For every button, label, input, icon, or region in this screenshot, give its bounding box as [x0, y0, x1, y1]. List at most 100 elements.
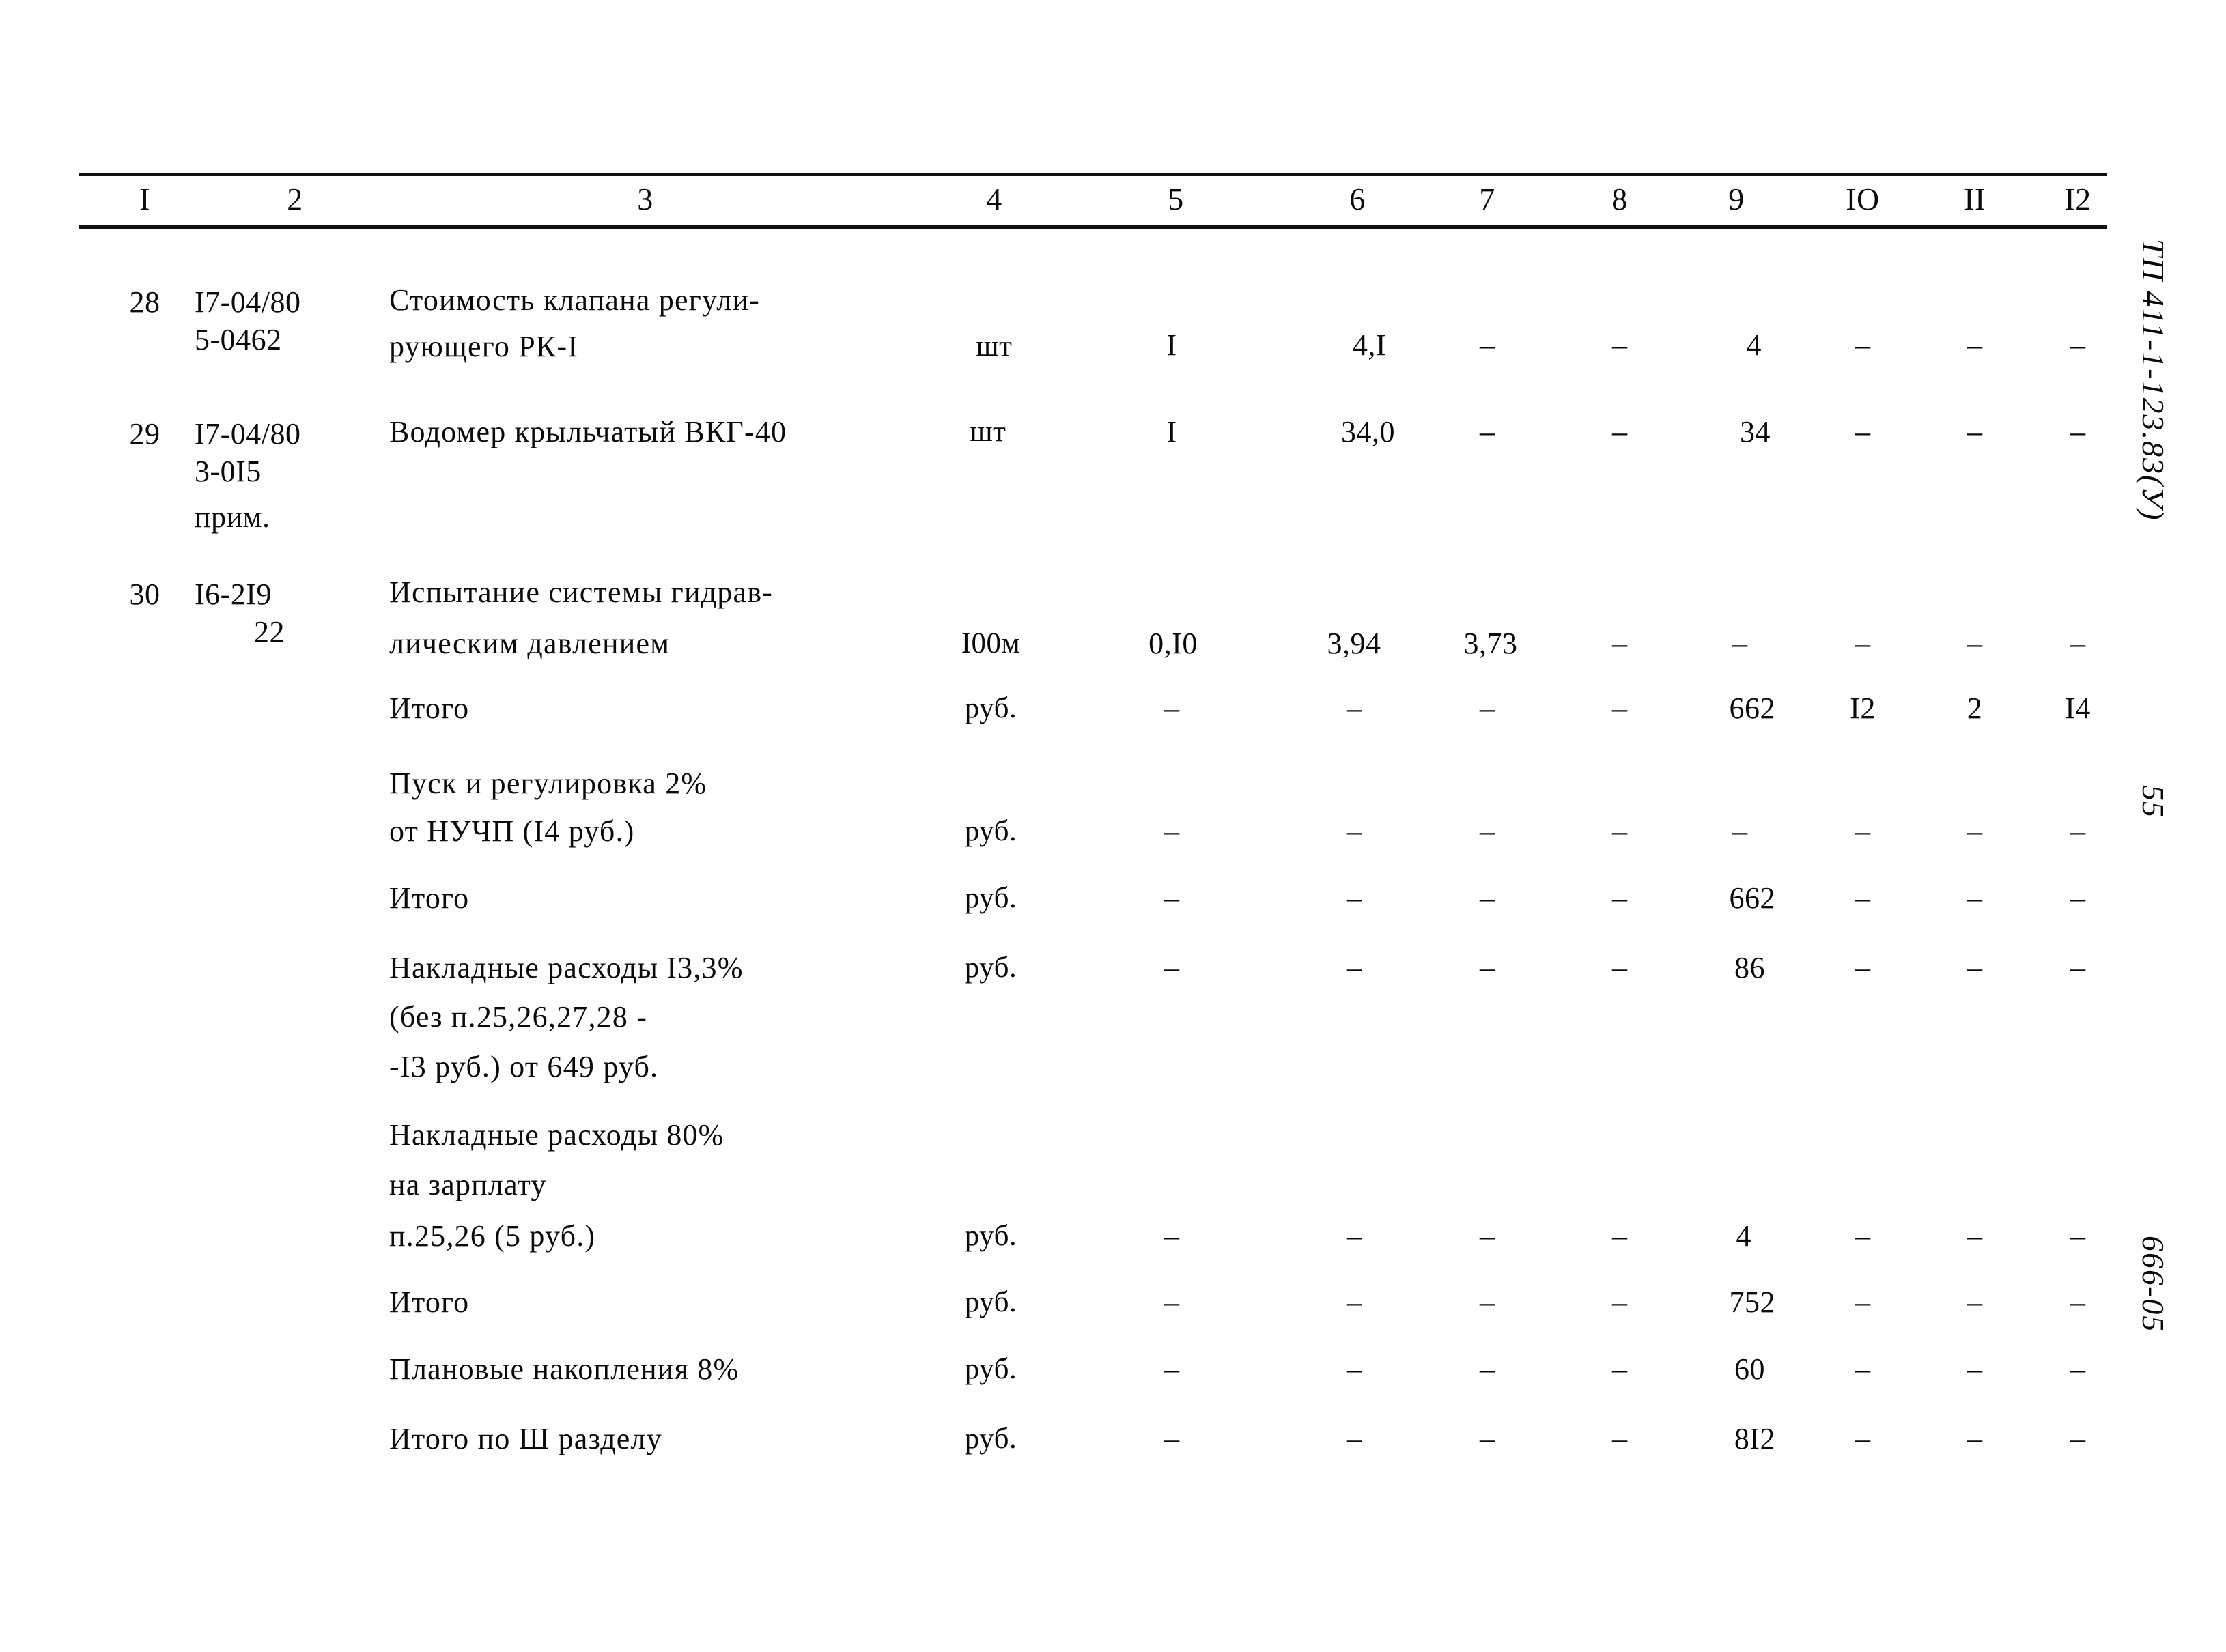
table-row: –	[1967, 1422, 1982, 1455]
page-number-margin-mark: 55	[2136, 785, 2171, 818]
table-row: I6-2I9	[195, 578, 272, 611]
table-row: 2	[1967, 692, 1983, 725]
table-row: Итого	[389, 881, 470, 915]
table-row: руб.	[964, 1353, 1017, 1385]
table-row: –	[1967, 951, 1982, 984]
table-row: –	[1480, 1285, 1495, 1319]
table-row: 86	[1734, 951, 1765, 984]
table-row: –	[1612, 415, 1627, 448]
table-row: 0,I0	[1149, 627, 1198, 660]
table-row: 3,73	[1463, 627, 1518, 660]
sheet-code-margin-mark: 666-05	[2136, 1236, 2171, 1333]
table-row: шт	[970, 416, 1006, 448]
table-row: 22	[254, 615, 285, 649]
table-row: –	[1347, 951, 1362, 984]
table-row: I	[1166, 415, 1177, 448]
table-row: 5-0462	[195, 323, 282, 356]
table-row: –	[1347, 1219, 1362, 1253]
table-row: –	[1480, 415, 1495, 448]
table-row: –	[1612, 951, 1627, 984]
column-header-6: 6	[1349, 182, 1366, 216]
table-row: –	[1855, 881, 1870, 915]
table-row: –	[1480, 692, 1495, 725]
table-row: –	[1855, 1352, 1870, 1386]
column-header-12: I2	[2064, 182, 2091, 216]
table-row: –	[1967, 1219, 1982, 1253]
table-row: 34	[1740, 415, 1771, 448]
table-row: I7-04/80	[195, 285, 301, 319]
table-row: –	[1612, 814, 1627, 848]
table-row: Итого	[389, 1285, 470, 1319]
table-row: прим.	[195, 500, 270, 534]
table-row: –	[1612, 692, 1627, 725]
table-row: –	[1480, 1422, 1495, 1455]
table-row: 4,I	[1352, 328, 1386, 362]
table-row: –	[1347, 692, 1362, 725]
table-row: руб.	[964, 692, 1017, 724]
table-row: –	[1164, 1352, 1179, 1386]
table-row: I4	[2065, 692, 2091, 725]
table-row: –	[1164, 1219, 1179, 1253]
table-row: –	[1164, 951, 1179, 984]
table-row: –	[1855, 627, 1870, 660]
table-row: –	[1480, 881, 1495, 915]
table-row: –	[1855, 1422, 1870, 1455]
table-row: –	[1855, 951, 1870, 984]
table-row: –	[1347, 1422, 1362, 1455]
table-row: –	[1732, 627, 1747, 660]
table-row: Накладные расходы 80%	[389, 1118, 724, 1152]
table-row: 4	[1746, 328, 1762, 362]
table-row: (без п.25,26,27,28 -	[389, 1000, 648, 1034]
table-row: –	[1967, 415, 1982, 448]
table-row: 8I2	[1734, 1422, 1775, 1455]
table-row: –	[1347, 1352, 1362, 1386]
table-row: –	[1612, 1352, 1627, 1386]
table-row: –	[1612, 1219, 1627, 1253]
table-row: –	[1612, 328, 1627, 362]
table-row: –	[1855, 814, 1870, 848]
table-row: –	[2070, 328, 2085, 362]
table-row: Стоимость клапана регули-	[389, 283, 760, 317]
table-row: –	[1347, 1285, 1362, 1319]
table-row: Водомер крыльчатый ВКГ-40	[389, 415, 787, 448]
column-header-8: 8	[1611, 182, 1628, 216]
table-row: I7-04/80	[195, 417, 301, 451]
table-row: –	[1612, 881, 1627, 915]
table-row: руб.	[964, 1423, 1017, 1455]
table-row: –	[1347, 881, 1362, 915]
table-row: п.25,26 (5 руб.)	[389, 1219, 596, 1253]
table-row: –	[1164, 1422, 1179, 1455]
table-row: –	[1480, 328, 1495, 362]
table-row: –	[2070, 951, 2085, 984]
table-row: 28	[129, 285, 160, 319]
table-row: 3,94	[1327, 627, 1381, 660]
table-row: -I3 руб.) от 649 руб.	[389, 1050, 659, 1083]
table-row: Испытание системы гидрав-	[389, 575, 774, 609]
table-row: –	[1612, 1422, 1627, 1455]
table-row: –	[1967, 1352, 1982, 1386]
table-row: –	[2070, 1219, 2085, 1253]
table-row: от НУЧП (I4 руб.)	[389, 814, 635, 848]
table-row: –	[1967, 1285, 1982, 1319]
table-row: –	[2070, 1422, 2085, 1455]
table-row: руб.	[964, 815, 1017, 847]
table-row: –	[1480, 814, 1495, 848]
table-row: руб.	[964, 952, 1017, 984]
table-row: –	[2070, 415, 2085, 448]
table-row: Плановые накопления 8%	[389, 1352, 739, 1386]
table-row: –	[2070, 881, 2085, 915]
table-row: Пуск и регулировка 2%	[389, 767, 707, 800]
column-header-7: 7	[1479, 182, 1495, 216]
column-header-5: 5	[1168, 182, 1184, 216]
table-row: 662	[1729, 881, 1775, 915]
table-row: 34,0	[1341, 415, 1395, 448]
table-row: –	[1967, 328, 1982, 362]
table-row: –	[1164, 1285, 1179, 1319]
table-row: –	[1855, 328, 1870, 362]
table-row: –	[2070, 1285, 2085, 1319]
table-row: I00м	[961, 627, 1021, 659]
column-header-11: II	[1964, 182, 1986, 216]
table-row: Итого по Ш разделу	[389, 1422, 662, 1455]
table-row: –	[1480, 951, 1495, 984]
table-row: –	[1855, 1285, 1870, 1319]
